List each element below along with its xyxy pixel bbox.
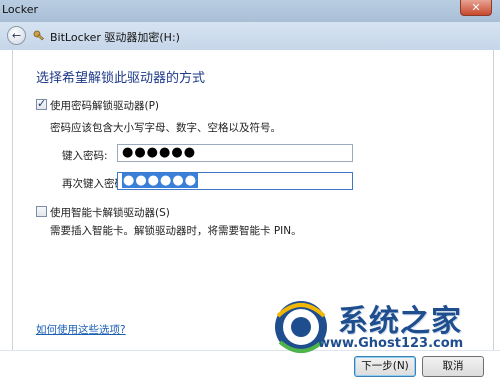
smartcard-option-label[interactable]: 使用智能卡解锁驱动器(S) [50, 205, 170, 220]
navigation-bar: ← BitLocker 驱动器加密(H:) [0, 22, 500, 50]
back-button[interactable]: ← [7, 26, 26, 45]
password-option-label[interactable]: 使用密码解锁驱动器(P) [50, 98, 159, 113]
smartcard-hint: 需要插入智能卡。解锁驱动器时，将需要智能卡 PIN。 [50, 225, 302, 237]
help-link[interactable]: 如何使用这些选项? [36, 322, 126, 337]
checkmark-icon: ✓ [37, 97, 47, 110]
close-button[interactable]: ✕ [460, 0, 492, 16]
wizard-title: BitLocker 驱动器加密(H:) [50, 31, 180, 44]
window-title: Locker [2, 3, 38, 16]
close-icon: ✕ [471, 1, 481, 14]
next-button[interactable]: 下一步(N) [354, 356, 416, 377]
window-titlebar[interactable]: Locker ✕ [0, 0, 500, 22]
enter-password-label: 键入密码: [62, 150, 108, 162]
enter-password-field[interactable]: ●●●●●● [117, 144, 353, 162]
password-hint: 密码应该包含大小写字母、数字、空格以及符号。 [50, 122, 281, 134]
cancel-button[interactable]: 取消 [422, 356, 484, 377]
page-heading: 选择希望解锁此驱动器的方式 [36, 71, 206, 86]
enter-password-value: ●●●●●● [122, 145, 197, 160]
password-checkbox[interactable]: ✓ [36, 97, 47, 110]
confirm-password-value: ●●●●●● [122, 173, 199, 188]
confirm-password-field[interactable]: ●●●●●● [117, 172, 353, 190]
smartcard-checkbox[interactable] [36, 206, 47, 217]
bitlocker-key-icon [33, 30, 44, 41]
back-arrow-icon: ← [11, 29, 22, 42]
watermark-brand: 系统之家 [338, 304, 462, 339]
watermark-url: www.Ghost123.com [318, 336, 464, 351]
